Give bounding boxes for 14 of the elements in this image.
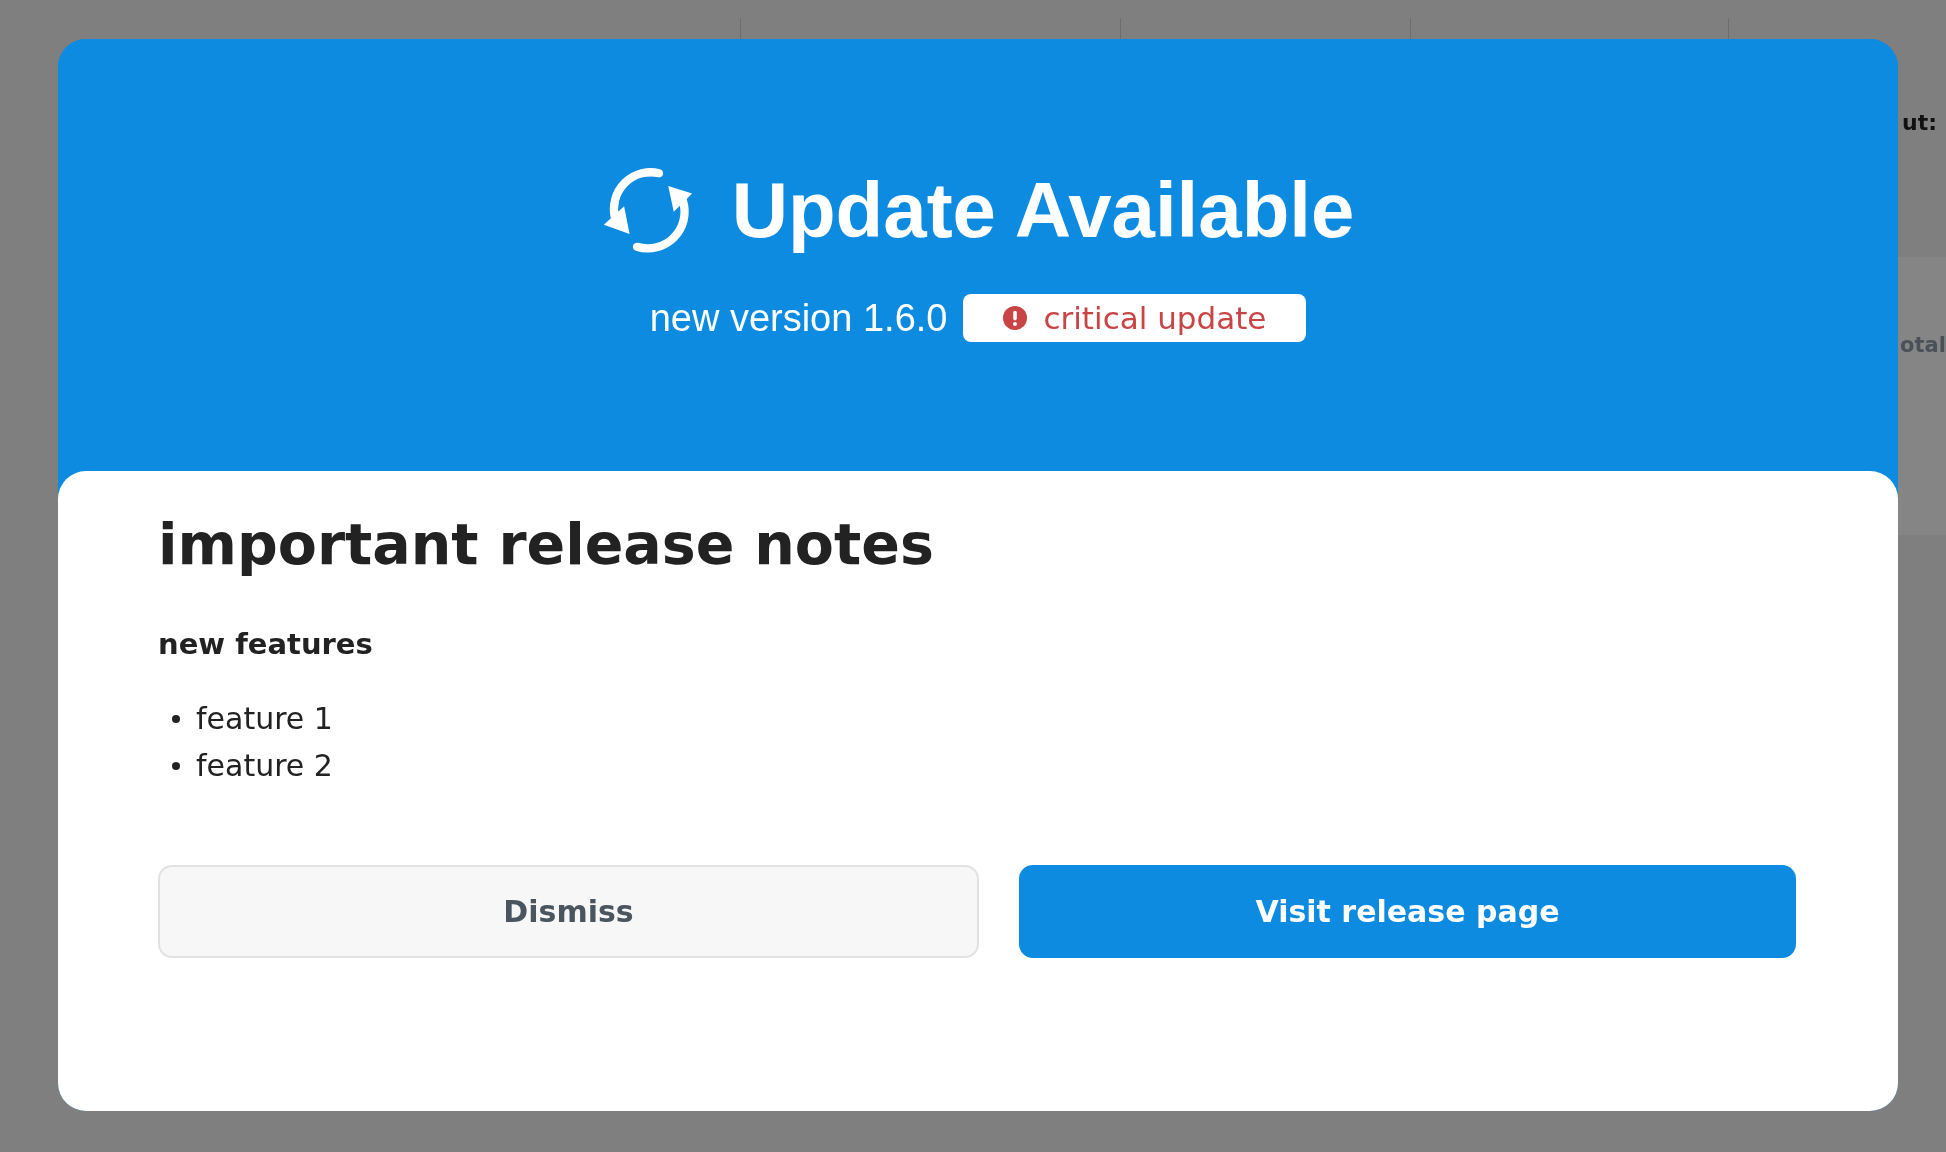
feature-item: feature 1	[196, 701, 333, 736]
section-heading: new features	[158, 627, 374, 661]
dismiss-button[interactable]: Dismiss	[158, 865, 979, 958]
feature-item: feature 2	[196, 748, 333, 783]
bullet-icon	[172, 714, 180, 723]
critical-badge: critical update	[963, 294, 1307, 342]
background-label: ut:	[1902, 110, 1937, 135]
version-text: new version 1.6.0	[649, 296, 948, 340]
alert-icon	[1003, 306, 1028, 330]
bullet-icon	[172, 761, 180, 770]
visit-button[interactable]: Visit release page	[1019, 865, 1796, 958]
dialog-title: Update Available	[731, 164, 1355, 256]
notes-heading: important release notes	[158, 511, 935, 577]
background-label: otal	[1900, 333, 1946, 357]
